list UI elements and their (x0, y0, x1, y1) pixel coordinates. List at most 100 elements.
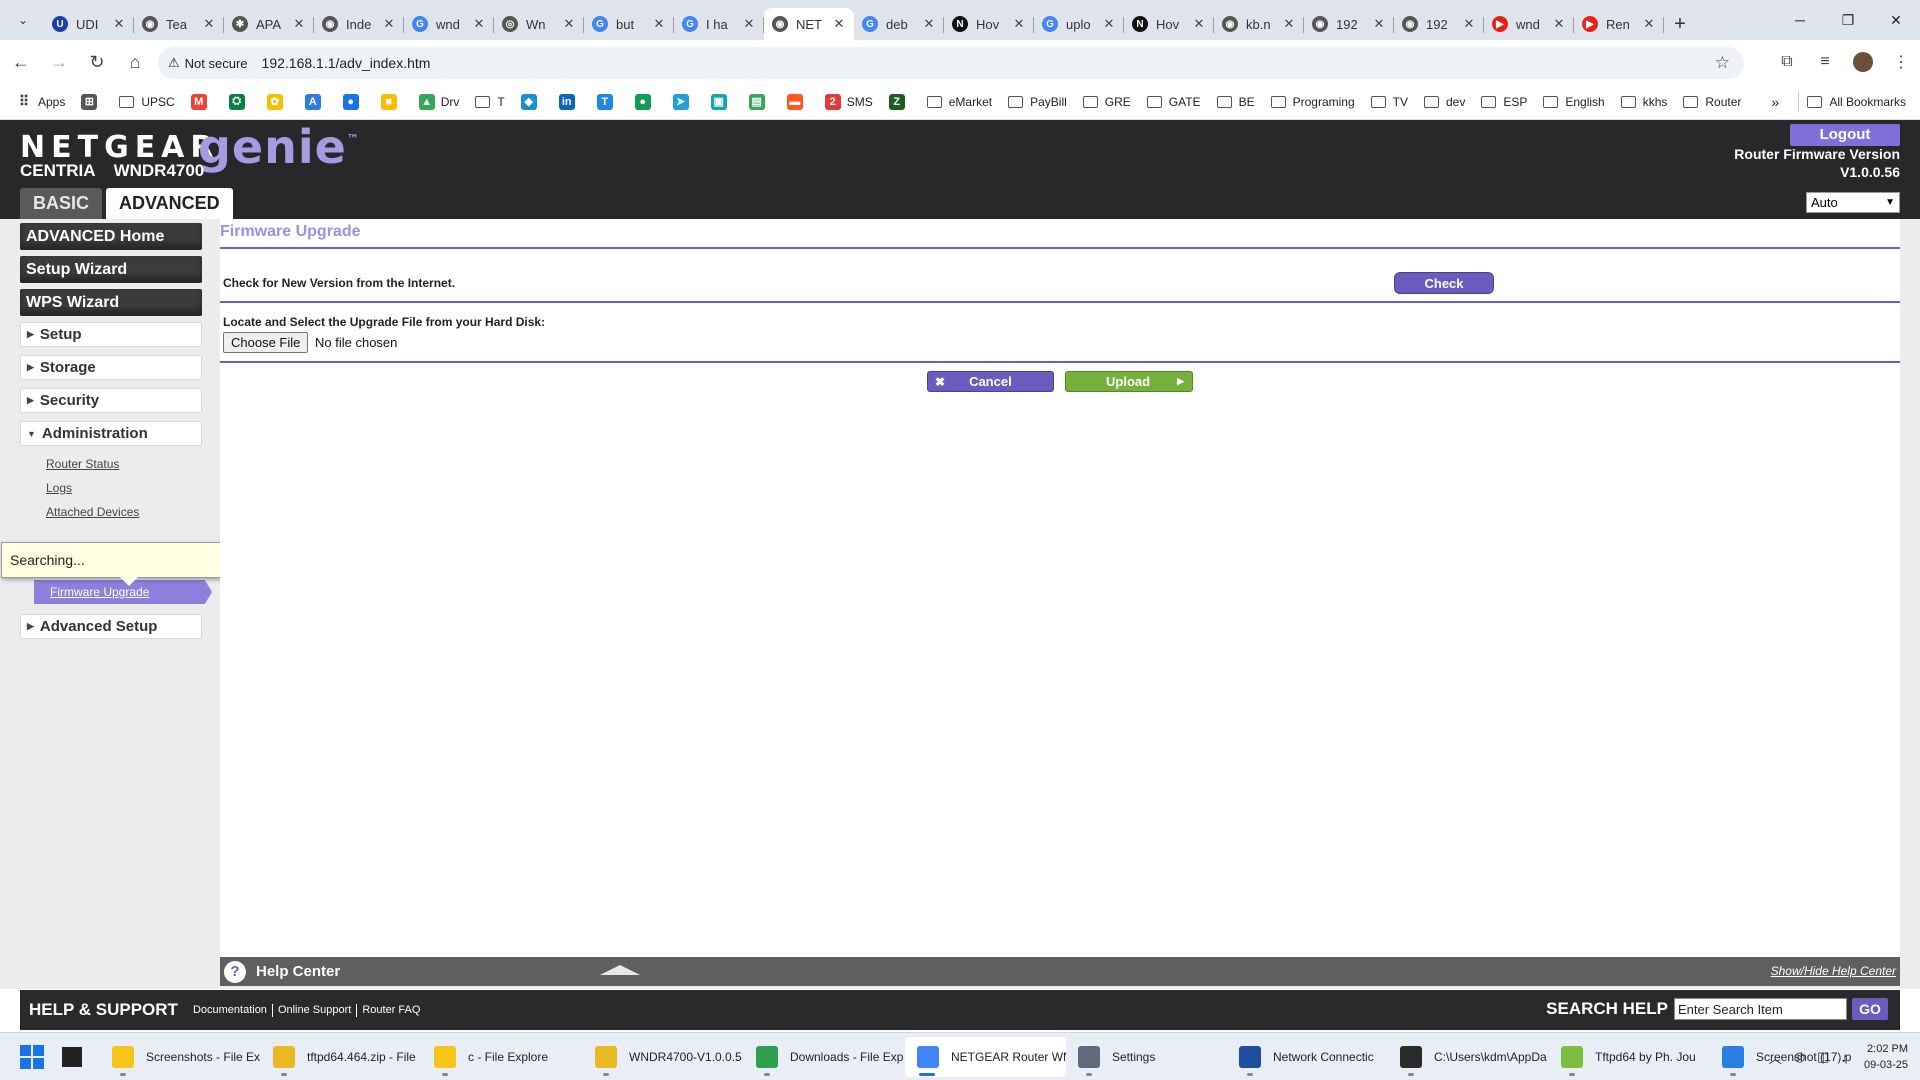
windows-start-icon[interactable] (20, 1044, 44, 1069)
language-select[interactable]: Auto ▼ (1806, 192, 1900, 213)
taskbar-app[interactable]: Settings (1066, 1037, 1227, 1077)
bookmark-star-icon[interactable]: ☆ (1715, 53, 1730, 73)
browser-tab[interactable]: N Hov ✕ (944, 8, 1034, 40)
all-bookmarks[interactable]: All Bookmarks (1807, 95, 1906, 109)
taskbar-app[interactable]: c - File Explore (422, 1037, 583, 1077)
back-arrow-icon[interactable]: ← (4, 45, 38, 79)
browser-tab[interactable]: G I ha ✕ (674, 8, 764, 40)
menu-advanced-setup[interactable]: ▶ Advanced Setup (20, 614, 202, 639)
bookmark-item[interactable]: ▣ (710, 93, 733, 110)
bookmark-item[interactable]: ■ (380, 93, 403, 110)
taskbar-app[interactable]: Network Connectic (1227, 1037, 1388, 1077)
bookmark-folder[interactable]: Router (1683, 95, 1741, 109)
tab-close-icon[interactable]: ✕ (1552, 16, 1566, 32)
tab-close-icon[interactable]: ✕ (112, 16, 126, 32)
submenu-logs[interactable]: Logs (46, 478, 202, 502)
bookmark-item[interactable]: ▲ Drv (418, 93, 459, 110)
tab-close-icon[interactable]: ✕ (1102, 16, 1116, 32)
media-queue-icon[interactable]: ≡ (1806, 45, 1844, 79)
browser-tab[interactable]: Guplo ✕ (1034, 8, 1124, 40)
bookmark-item[interactable]: 2 SMS (824, 93, 873, 110)
check-button[interactable]: Check (1394, 272, 1494, 294)
browser-tab[interactable]: ◉ Tea ✕ (134, 8, 224, 40)
tab-close-icon[interactable]: ✕ (1642, 16, 1656, 32)
tab-close-icon[interactable]: ✕ (202, 16, 216, 32)
bookmark-item[interactable]: ➤ (672, 93, 695, 110)
tab-close-icon[interactable]: ✕ (652, 16, 666, 32)
choose-file-button[interactable]: Choose File (223, 332, 309, 353)
upload-button[interactable]: Upload ▶ (1065, 371, 1193, 392)
tab-close-icon[interactable]: ✕ (742, 16, 756, 32)
bookmark-item[interactable]: M (190, 93, 213, 110)
menu-storage[interactable]: ▶ Storage (20, 355, 202, 380)
browser-tab[interactable]: ◎ Wn ✕ (494, 8, 584, 40)
browser-tab[interactable]: ◉ Inde ✕ (314, 8, 404, 40)
tab-close-icon[interactable]: ✕ (292, 16, 306, 32)
show-hide-help-link[interactable]: Show/Hide Help Center (1771, 964, 1896, 978)
bookmark-item[interactable]: Z (888, 93, 911, 110)
volume-icon[interactable]: ♪ (1841, 1050, 1848, 1065)
clock[interactable]: 2:02 PM 09-03-25 (1864, 1041, 1908, 1073)
close-window-icon[interactable]: ✕ (1872, 0, 1920, 40)
taskbar-app[interactable]: Tftpd64 by Ph. Jou (1549, 1037, 1710, 1077)
home-icon[interactable]: ⌂ (118, 45, 152, 79)
browser-tab[interactable]: N Hov ✕ (1124, 8, 1214, 40)
bookmark-folder[interactable]: Programing (1270, 95, 1355, 109)
reload-icon[interactable]: ↻ (80, 45, 114, 79)
tab-basic[interactable]: BASIC (20, 188, 103, 219)
menu-security[interactable]: ▶ Security (20, 388, 202, 413)
tab-close-icon[interactable]: ✕ (1282, 16, 1296, 32)
tab-close-icon[interactable]: ✕ (1462, 16, 1476, 32)
submenu-attached-devices[interactable]: Attached Devices (46, 502, 202, 526)
browser-tab[interactable]: ▶ Ren ✕ (1574, 8, 1664, 40)
taskbar-app[interactable]: NETGEAR Router WN (905, 1036, 1066, 1077)
bookmark-item[interactable]: in (558, 93, 581, 110)
browser-tab[interactable]: ◉ kb.n ✕ (1214, 8, 1304, 40)
profile-avatar-icon[interactable] (1844, 45, 1882, 79)
tab-close-icon[interactable]: ✕ (472, 16, 486, 32)
tab-close-icon[interactable]: ✕ (1372, 16, 1386, 32)
tab-close-icon[interactable]: ✕ (922, 16, 936, 32)
bookmark-folder[interactable]: UPSC (119, 95, 175, 109)
bookmark-folder[interactable]: T (475, 95, 505, 109)
bookmark-folder[interactable]: GRE (1082, 95, 1131, 109)
language-globe-icon[interactable]: ◎ (1794, 1049, 1805, 1065)
taskbar-app[interactable]: Screenshots - File Ex (100, 1037, 261, 1077)
go-button[interactable]: GO (1852, 998, 1888, 1020)
bookmark-item[interactable]: T (596, 93, 619, 110)
network-icon[interactable]: ◫ (1817, 1049, 1829, 1065)
bookmark-folder[interactable]: dev (1423, 95, 1465, 109)
taskbar-app[interactable]: tftpd64.464.zip - File (261, 1037, 422, 1077)
tab-close-icon[interactable]: ✕ (562, 16, 576, 32)
taskbar-app[interactable]: C:\Users\kdm\AppDa (1388, 1037, 1549, 1077)
documentation-link[interactable]: Documentation (188, 1003, 273, 1017)
new-tab-plus-icon[interactable]: + (1664, 8, 1696, 40)
bookmark-folder[interactable]: ESP (1481, 95, 1527, 109)
bookmark-folder[interactable]: PayBill (1008, 95, 1067, 109)
restore-icon[interactable]: ❐ (1824, 0, 1872, 40)
bookmark-folder[interactable]: TV (1370, 95, 1408, 109)
router-faq-link[interactable]: Router FAQ (357, 1004, 425, 1017)
browser-tab[interactable]: ✱ APA ✕ (224, 8, 314, 40)
cancel-button[interactable]: ✖ Cancel (927, 371, 1054, 392)
browser-tab[interactable]: Gdeb ✕ (854, 8, 944, 40)
search-help-input[interactable]: Enter Search Item (1674, 998, 1847, 1020)
browser-tab[interactable]: ◉ NET ✕ (764, 8, 854, 40)
bookmark-item[interactable]: ◆ (520, 93, 543, 110)
taskbar-app[interactable]: WNDR4700-V1.0.0.5 (583, 1037, 744, 1077)
logout-button[interactable]: Logout (1790, 124, 1900, 146)
menu-wps-wizard[interactable]: WPS Wizard (20, 289, 202, 316)
tab-advanced[interactable]: ADVANCED (106, 188, 233, 219)
tab-close-icon[interactable]: ✕ (832, 16, 846, 32)
menu-advanced-home[interactable]: ADVANCED Home (20, 223, 202, 250)
browser-tab[interactable]: Gwnd ✕ (404, 8, 494, 40)
site-info-chip[interactable]: ⚠ Not secure (168, 55, 248, 71)
bookmark-item[interactable]: ✿ (266, 93, 289, 110)
taskbar-app[interactable]: Downloads - File Exp (744, 1037, 905, 1077)
forward-arrow-icon[interactable]: → (42, 45, 76, 79)
bookmark-item[interactable]: ⊞ (81, 93, 103, 110)
expand-arrow-icon[interactable] (600, 965, 640, 975)
bookmark-folder[interactable]: GATE (1146, 95, 1201, 109)
bookmark-item[interactable]: ● (342, 93, 365, 110)
url-text[interactable]: 192.168.1.1/adv_index.htm (262, 55, 431, 71)
